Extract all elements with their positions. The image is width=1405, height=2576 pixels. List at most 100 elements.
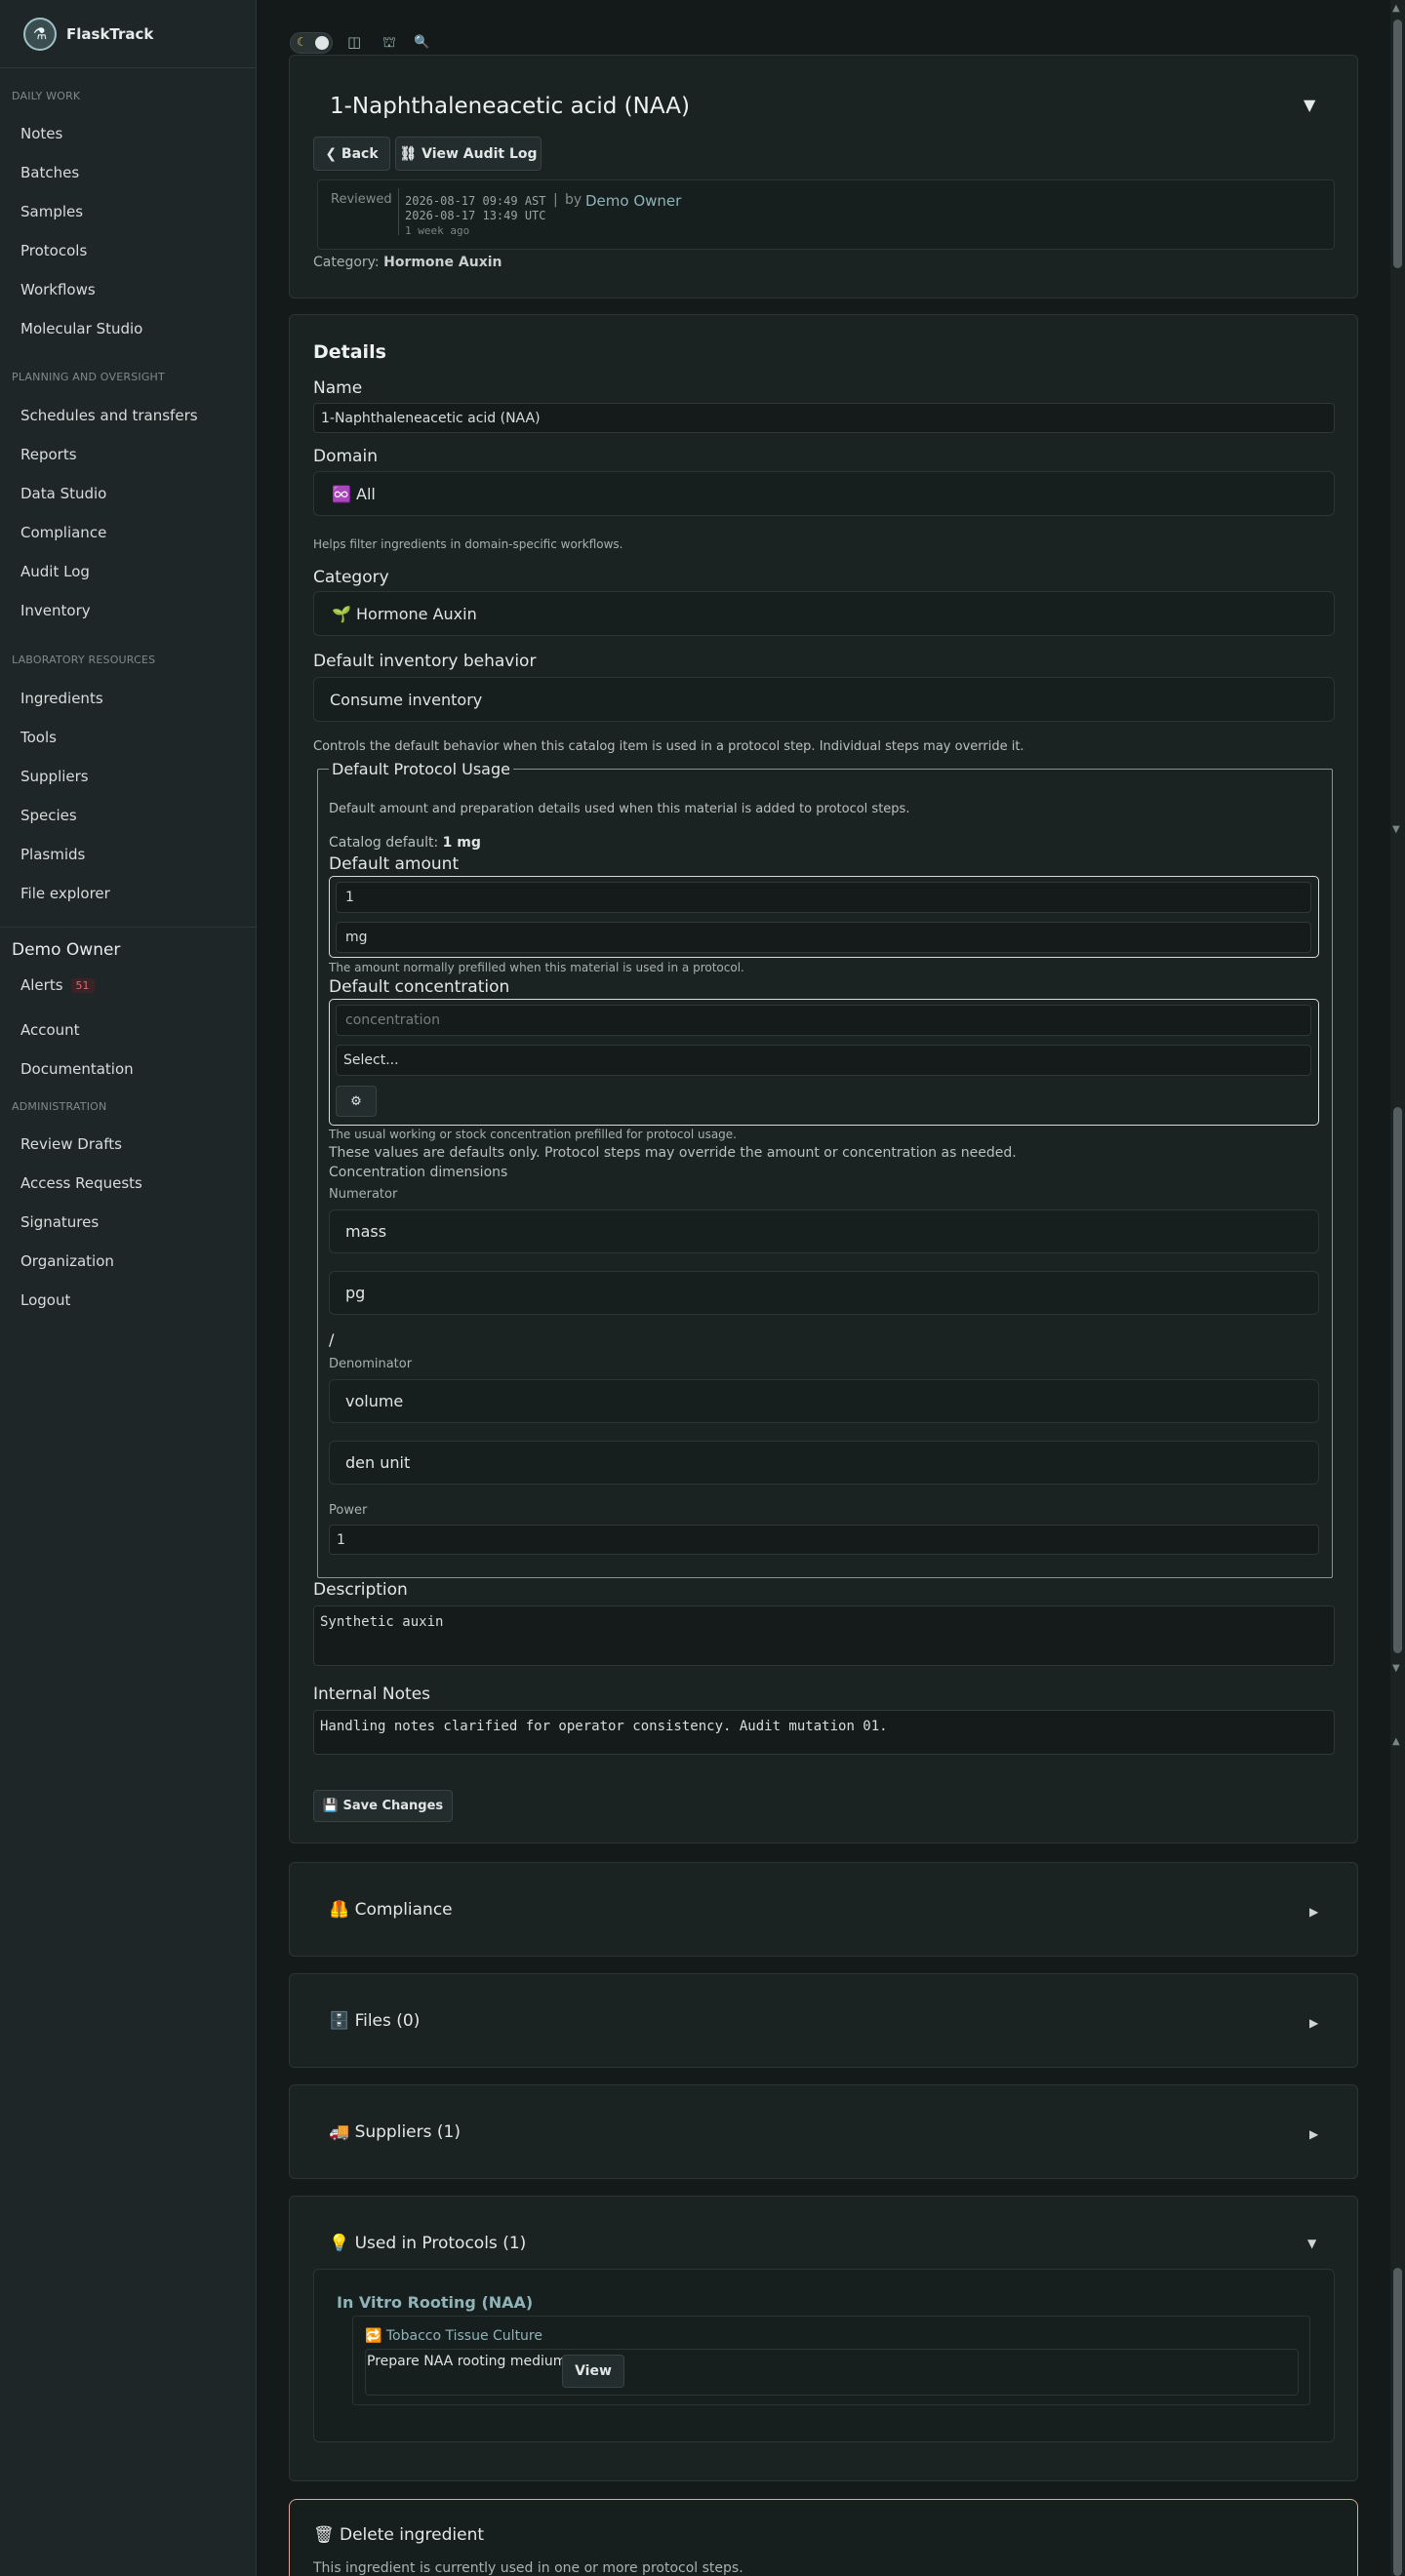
sidebar-item-species[interactable]: Species: [0, 807, 77, 824]
header-category-value: Hormone Auxin: [383, 255, 502, 270]
columns-icon[interactable]: ◫: [347, 33, 361, 51]
default-amount-input[interactable]: 1: [336, 882, 1311, 913]
workflow-link[interactable]: 🔁 Tobacco Tissue Culture: [365, 2328, 542, 2344]
sidebar-item-compliance[interactable]: Compliance: [0, 524, 106, 541]
review-info: Reviewed 2026-08-17 09:49 AST 2026-08-17…: [317, 179, 1335, 250]
review-status: Reviewed: [331, 192, 392, 207]
override-note: These values are defaults only. Protocol…: [329, 1145, 1017, 1161]
concentration-input[interactable]: concentration: [336, 1005, 1311, 1036]
concentration-unit-select[interactable]: Select...: [336, 1045, 1311, 1076]
nav-section-admin: ADMINISTRATION: [12, 1100, 107, 1113]
header-category-label: Category:: [313, 255, 380, 270]
sidebar-item-ingredients[interactable]: Ingredients: [0, 690, 103, 707]
compliance-panel-title[interactable]: 🦺 Compliance: [329, 1900, 453, 1920]
page-scrollbar[interactable]: ▲ ▼ ▼ ▲: [1390, 0, 1405, 2576]
domain-select[interactable]: ♾️ All: [313, 471, 1335, 516]
sidebar-item-logout[interactable]: Logout: [0, 1291, 70, 1309]
delete-ingredient-warning: This ingredient is currently used in one…: [313, 2560, 743, 2576]
search-icon[interactable]: 🔍: [414, 35, 429, 50]
denominator-label: Denominator: [329, 1357, 413, 1371]
scrollbar-thumb-top[interactable]: [1393, 20, 1402, 268]
sidebar-item-schedules[interactable]: Schedules and transfers: [0, 407, 198, 424]
scrollbar-thumb-bottom[interactable]: [1393, 2268, 1402, 2576]
files-expand-icon[interactable]: ▶: [1309, 2016, 1318, 2030]
view-audit-log-button[interactable]: ⛓ View Audit Log: [395, 137, 542, 171]
brand[interactable]: ⚗ FlaskTrack: [0, 0, 256, 68]
files-panel-title[interactable]: 🗄️ Files (0): [329, 2011, 420, 2031]
sidebar-item-audit-log[interactable]: Audit Log: [0, 563, 90, 580]
description-textarea[interactable]: Synthetic auxin: [313, 1605, 1335, 1666]
suppliers-expand-icon[interactable]: ▶: [1309, 2127, 1318, 2141]
power-input[interactable]: 1: [329, 1525, 1319, 1555]
domain-help: Helps filter ingredients in domain-speci…: [313, 537, 623, 551]
sidebar-item-file-explorer[interactable]: File explorer: [0, 885, 110, 902]
sidebar-item-plasmids[interactable]: Plasmids: [0, 846, 85, 863]
denominator-dimension-select[interactable]: volume: [329, 1379, 1319, 1423]
sidebar-item-tools[interactable]: Tools: [0, 729, 57, 746]
save-changes-button[interactable]: 💾 Save Changes: [313, 1790, 453, 1822]
sidebar-item-batches[interactable]: Batches: [0, 164, 79, 181]
internal-notes-textarea[interactable]: Handling notes clarified for operator co…: [313, 1710, 1335, 1755]
catalog-default-value: 1 mg: [442, 835, 481, 851]
concentration-settings-button[interactable]: ⚙: [336, 1086, 377, 1117]
sidebar: ⚗ FlaskTrack DAILY WORK Notes Batches Sa…: [0, 0, 257, 2576]
sidebar-item-notes[interactable]: Notes: [0, 125, 62, 142]
sidebar-item-review-drafts[interactable]: Review Drafts: [0, 1135, 122, 1153]
sidebar-item-inventory[interactable]: Inventory: [0, 602, 91, 619]
sidebar-item-account[interactable]: Account: [0, 1021, 80, 1039]
page-title: 1-Naphthaleneacetic acid (NAA): [330, 94, 690, 119]
name-input[interactable]: 1-Naphthaleneacetic acid (NAA): [313, 403, 1335, 433]
nav-section-lab-resources: LABORATORY RESOURCES: [12, 654, 156, 666]
numerator-label: Numerator: [329, 1187, 398, 1202]
inventory-behavior-help: Controls the default behavior when this …: [313, 739, 1024, 754]
category-label: Category: [313, 568, 389, 587]
suppliers-panel-title[interactable]: 🚚 Suppliers (1): [329, 2122, 461, 2142]
review-relative-time: 1 week ago: [405, 224, 470, 237]
fraction-slash: /: [329, 1330, 335, 1349]
sidebar-item-samples[interactable]: Samples: [0, 203, 83, 220]
scroll-mid-arrow-icon[interactable]: ▼: [1392, 1663, 1400, 1674]
files-panel[interactable]: [289, 1973, 1358, 2068]
sidebar-item-organization[interactable]: Organization: [0, 1252, 114, 1270]
description-label: Description: [313, 1580, 408, 1600]
denominator-unit-select[interactable]: den unit: [329, 1441, 1319, 1485]
sidebar-item-suppliers[interactable]: Suppliers: [0, 768, 89, 785]
numerator-unit-select[interactable]: pg: [329, 1271, 1319, 1315]
compliance-expand-icon[interactable]: ▶: [1309, 1905, 1318, 1919]
nav-section-daily-work: DAILY WORK: [12, 90, 81, 102]
hierarchy-icon[interactable]: ⛫: [382, 33, 396, 53]
category-select[interactable]: 🌱 Hormone Auxin: [313, 591, 1335, 636]
inventory-behavior-select[interactable]: Consume inventory: [313, 677, 1335, 722]
sidebar-item-molecular-studio[interactable]: Molecular Studio: [0, 320, 142, 337]
sidebar-item-documentation[interactable]: Documentation: [0, 1060, 134, 1078]
sidebar-item-workflows[interactable]: Workflows: [0, 281, 96, 298]
sidebar-item-alerts[interactable]: Alerts 51: [0, 976, 95, 994]
back-button[interactable]: ❮ Back: [313, 137, 390, 171]
sidebar-item-protocols[interactable]: Protocols: [0, 242, 87, 259]
alerts-label: Alerts: [20, 976, 63, 994]
theme-toggle[interactable]: ☾: [290, 32, 333, 54]
scrollbar-thumb-middle[interactable]: [1393, 1107, 1402, 1653]
header-collapse-toggle[interactable]: ▼: [1304, 96, 1315, 114]
review-user-link[interactable]: Demo Owner: [585, 192, 681, 210]
gear-icon: ⚙: [350, 1093, 362, 1109]
sidebar-item-access-requests[interactable]: Access Requests: [0, 1174, 142, 1192]
default-protocol-usage-legend: Default Protocol Usage: [329, 760, 513, 778]
view-step-button[interactable]: View: [562, 2355, 624, 2388]
used-in-protocols-title[interactable]: 💡 Used in Protocols (1): [329, 2234, 526, 2253]
used-in-protocols-collapse-icon[interactable]: ▼: [1307, 2237, 1316, 2250]
scroll-up-arrow-icon[interactable]: ▲: [1392, 3, 1400, 14]
numerator-dimension-select[interactable]: mass: [329, 1209, 1319, 1253]
domain-label: Domain: [313, 447, 378, 466]
default-amount-unit-select[interactable]: mg: [336, 922, 1311, 953]
protocol-step-name: Prepare NAA rooting medium: [367, 2354, 567, 2369]
sidebar-item-signatures[interactable]: Signatures: [0, 1213, 99, 1231]
internal-notes-label: Internal Notes: [313, 1684, 431, 1704]
sidebar-item-data-studio[interactable]: Data Studio: [0, 485, 106, 502]
sidebar-item-reports[interactable]: Reports: [0, 446, 77, 463]
catalog-default: Catalog default: 1 mg: [329, 835, 481, 851]
scroll-mid-up-arrow-icon[interactable]: ▲: [1392, 1736, 1400, 1747]
nav-section-planning: PLANNING AND OVERSIGHT: [12, 371, 165, 383]
scroll-mid-down-arrow-icon[interactable]: ▼: [1392, 824, 1400, 835]
protocol-title-link[interactable]: In Vitro Rooting (NAA): [337, 2293, 533, 2312]
